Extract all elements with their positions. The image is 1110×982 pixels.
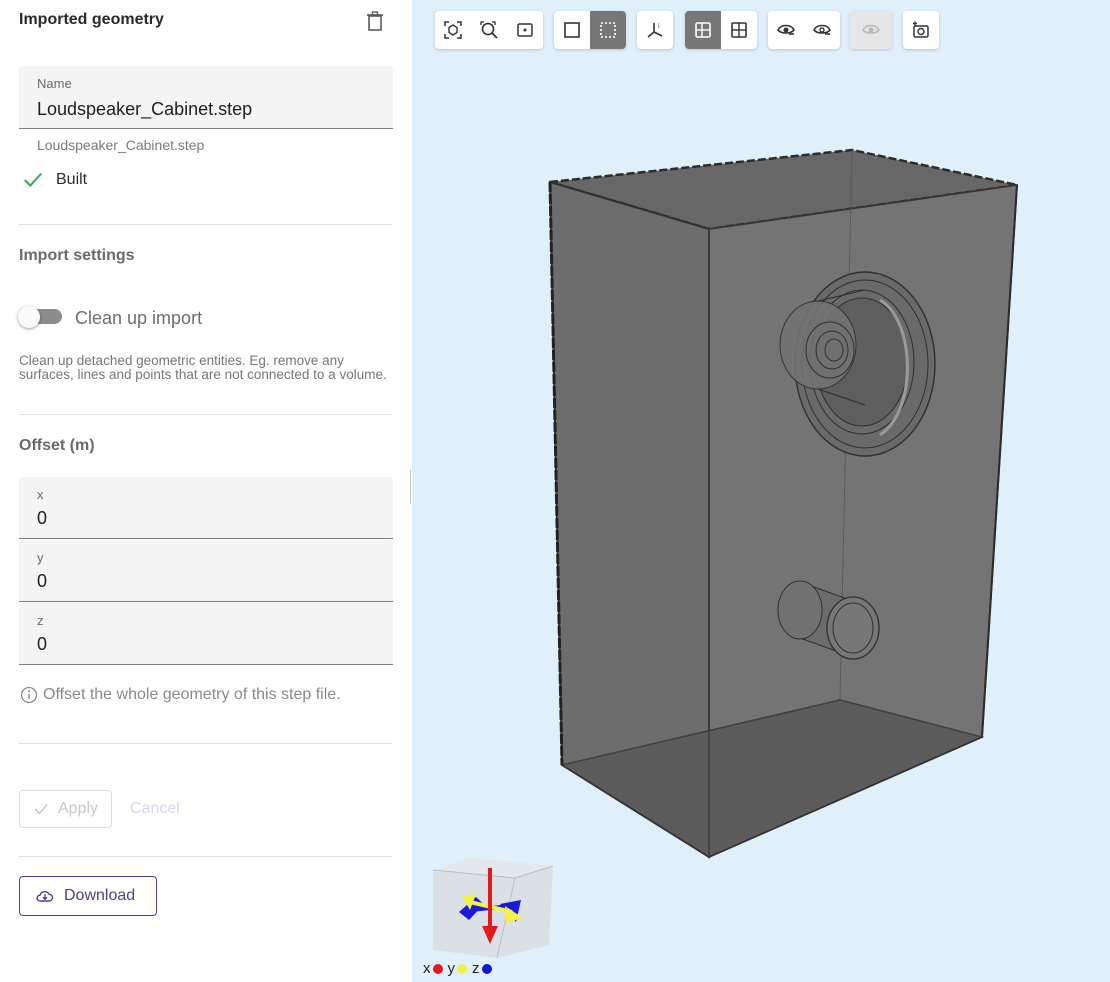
offset-title: Offset (m) — [19, 437, 95, 454]
orientation-gizmo[interactable] — [432, 858, 554, 959]
axes-icon[interactable]: i — [637, 11, 673, 49]
name-field[interactable]: Name Loudspeaker_Cabinet.step — [19, 66, 393, 129]
toggle-knob[interactable] — [18, 306, 40, 328]
download-button[interactable]: Download — [19, 876, 157, 916]
panel-title: Imported geometry — [19, 11, 164, 28]
axes-toolbar-group: i — [637, 11, 673, 49]
import-settings-title: Import settings — [19, 247, 135, 264]
select-wire-icon[interactable] — [590, 11, 626, 49]
show-all-icon[interactable] — [850, 11, 892, 49]
svg-text:i: i — [658, 23, 660, 30]
offset-z-value[interactable]: 0 — [37, 634, 47, 655]
fit-selection-icon[interactable] — [435, 11, 471, 49]
name-field-label: Name — [37, 76, 72, 91]
offset-hint: Offset the whole geometry of this step f… — [43, 686, 341, 703]
zoom-box-icon[interactable] — [507, 11, 543, 49]
offset-y-label: y — [37, 550, 44, 565]
3d-viewer[interactable]: i — [412, 0, 1110, 982]
screenshot-icon[interactable] — [903, 11, 939, 49]
cancel-button[interactable]: Cancel — [130, 800, 180, 818]
status-text: Built — [56, 171, 88, 188]
loudspeaker-cabinet-model[interactable] — [412, 0, 1110, 982]
check-icon — [24, 172, 42, 187]
axis-x-label: x — [423, 960, 431, 977]
offset-z-field[interactable]: z 0 — [19, 603, 393, 665]
offset-x-value[interactable]: 0 — [37, 508, 47, 529]
filename-text: Loudspeaker_Cabinet.step — [37, 137, 205, 153]
show-icon[interactable] — [768, 11, 804, 49]
info-icon — [20, 686, 38, 704]
download-button-label: Download — [64, 887, 136, 904]
cloud-download-icon — [36, 891, 54, 902]
select-toolbar-group — [554, 11, 626, 49]
divider — [19, 414, 392, 415]
grid-icon[interactable] — [721, 11, 757, 49]
apply-button-label: Apply — [58, 800, 99, 817]
offset-x-label: x — [37, 487, 44, 502]
visibility-toolbar-group — [768, 11, 840, 49]
show-all-toolbar-group — [850, 11, 892, 49]
render-toolbar-group — [685, 11, 757, 49]
cleanup-toggle-label: Clean up import — [75, 308, 203, 328]
axis-y-dot — [457, 963, 467, 974]
axis-z-dot — [481, 963, 492, 974]
offset-y-field[interactable]: y 0 — [19, 540, 393, 602]
trash-icon[interactable] — [366, 11, 384, 31]
divider — [19, 856, 392, 857]
cleanup-description: Clean up detached geometric entities. Eg… — [19, 353, 387, 382]
divider — [19, 743, 392, 744]
divider — [19, 224, 392, 225]
camera-toolbar-group — [903, 11, 939, 49]
hide-icon[interactable] — [804, 11, 840, 49]
shaded-icon[interactable] — [685, 11, 721, 49]
name-field-value[interactable]: Loudspeaker_Cabinet.step — [37, 99, 252, 120]
axis-legend: x y z — [423, 960, 495, 977]
offset-x-field[interactable]: x 0 — [19, 477, 393, 539]
select-solid-icon[interactable] — [554, 11, 590, 49]
axis-x-dot — [432, 963, 443, 974]
geometry-panel: Imported geometry Name Loudspeaker_Cabin… — [0, 0, 412, 982]
check-icon — [34, 804, 48, 815]
offset-z-label: z — [37, 613, 44, 628]
axis-y-label: y — [447, 960, 456, 977]
apply-button[interactable]: Apply — [19, 790, 112, 828]
axis-z-label: z — [472, 960, 480, 977]
view-toolbar-group — [435, 11, 543, 49]
zoom-fit-icon[interactable] — [471, 11, 507, 49]
offset-y-value[interactable]: 0 — [37, 571, 47, 592]
